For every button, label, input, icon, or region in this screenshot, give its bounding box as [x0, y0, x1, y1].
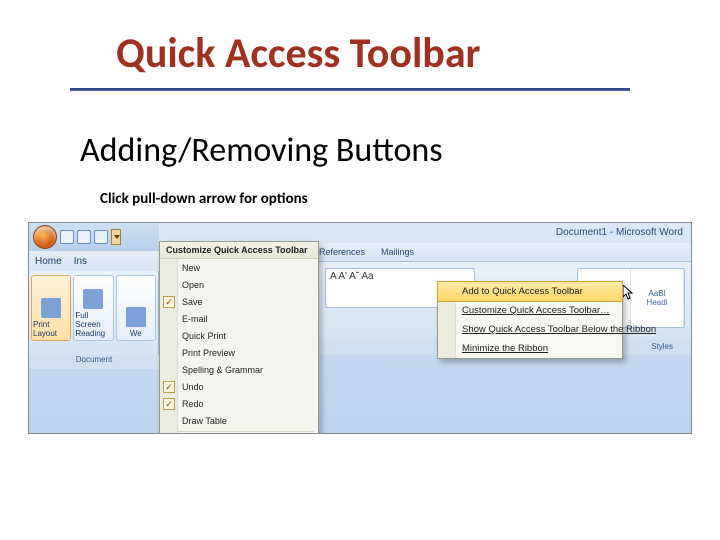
window-title: Document1 - Microsoft Word — [556, 227, 683, 238]
menu-item-quick-print[interactable]: Quick Print — [160, 327, 318, 344]
customize-qat-menu-header: Customize Quick Access Toolbar — [160, 242, 318, 259]
full-screen-reading-button[interactable]: Full Screen Reading — [73, 275, 113, 341]
ctx-show-below-label: Show Quick Access Toolbar Below the Ribb… — [462, 324, 656, 335]
ctx-minimize-label: Minimize the Ribbon — [462, 343, 548, 354]
tab-home[interactable]: Home — [29, 254, 68, 269]
web-layout-button-partial[interactable]: We — [116, 275, 156, 341]
ribbon-context-menu: Add to Quick Access Toolbar Customize Qu… — [437, 281, 623, 359]
menu-item-spelling-label: Spelling & Grammar — [182, 365, 263, 375]
slide: Quick Access Toolbar Adding/Removing But… — [0, 0, 720, 540]
instruction-text: Click pull-down arrow for options — [100, 190, 308, 208]
ribbon-tabs-right: References Mailings — [319, 243, 691, 261]
menu-item-redo-label: Redo — [182, 399, 204, 409]
title-underline — [70, 88, 630, 91]
ribbon-group-caption: Document — [29, 355, 159, 369]
full-screen-reading-icon — [83, 289, 103, 309]
menu-item-draw-table-label: Draw Table — [182, 416, 227, 426]
menu-item-spelling[interactable]: Spelling & Grammar — [160, 361, 318, 378]
word-screenshot: Home Ins Print Layout Full Screen Readin… — [28, 222, 692, 434]
print-layout-icon — [41, 298, 61, 318]
menu-item-redo[interactable]: ✓ Redo — [160, 395, 318, 412]
menu-item-open[interactable]: Open — [160, 276, 318, 293]
menu-item-print-preview-label: Print Preview — [182, 348, 235, 358]
print-layout-label: Print Layout — [33, 320, 69, 338]
ctx-add-to-qat[interactable]: Add to Quick Access Toolbar — [437, 281, 623, 302]
menu-item-save-label: Save — [182, 297, 203, 307]
menu-item-undo-label: Undo — [182, 382, 204, 392]
menu-item-save[interactable]: ✓ Save — [160, 293, 318, 310]
qat-undo-icon[interactable] — [77, 230, 91, 244]
tab-references[interactable]: References — [319, 247, 365, 257]
menu-item-email[interactable]: E-mail — [160, 310, 318, 327]
full-screen-reading-label: Full Screen Reading — [75, 311, 111, 338]
ctx-customize-qat[interactable]: Customize Quick Access Toolbar… — [438, 301, 622, 320]
ctx-minimize-ribbon[interactable]: Minimize the Ribbon — [438, 339, 622, 358]
slide-title: Quick Access Toolbar — [116, 28, 481, 79]
ribbon-tabs-left: Home Ins — [29, 251, 159, 271]
qat-save-icon[interactable] — [60, 230, 74, 244]
customize-qat-menu: Customize Quick Access Toolbar New Open … — [159, 241, 319, 434]
web-layout-label: We — [130, 329, 142, 338]
menu-item-draw-table[interactable]: Draw Table — [160, 412, 318, 429]
check-icon: ✓ — [163, 398, 175, 410]
slide-subtitle: Adding/Removing Buttons — [80, 130, 443, 171]
ribbon-group-views: Print Layout Full Screen Reading We — [29, 271, 159, 355]
check-icon: ✓ — [163, 381, 175, 393]
web-layout-icon — [126, 307, 146, 327]
qat-redo-icon[interactable] — [94, 230, 108, 244]
customize-qat-menu-items: New Open ✓ Save E-mail Quick Print Print … — [160, 259, 318, 434]
menu-item-new-label: New — [182, 263, 200, 273]
menu-item-email-label: E-mail — [182, 314, 208, 324]
style-chip2-label: Headi — [647, 298, 668, 307]
menu-item-quick-print-label: Quick Print — [182, 331, 226, 341]
tab-insert-partial[interactable]: Ins — [68, 254, 93, 269]
menu-item-undo[interactable]: ✓ Undo — [160, 378, 318, 395]
qat-dropdown-arrow[interactable] — [111, 229, 121, 245]
quick-access-toolbar — [29, 223, 159, 251]
style-chip2-sample: AaBl — [649, 289, 666, 298]
ctx-customize-qat-label: Customize Quick Access Toolbar… — [462, 305, 610, 316]
menu-item-new[interactable]: New — [160, 259, 318, 276]
cursor-icon — [623, 285, 635, 301]
style-chip-heading[interactable]: AaBl Headi — [631, 269, 684, 327]
print-layout-button[interactable]: Print Layout — [31, 275, 71, 341]
menu-separator — [164, 431, 314, 432]
menu-item-open-label: Open — [182, 280, 204, 290]
check-icon: ✓ — [163, 296, 175, 308]
tab-mailings[interactable]: Mailings — [381, 247, 414, 257]
ctx-show-below-ribbon[interactable]: Show Quick Access Toolbar Below the Ribb… — [438, 320, 622, 339]
ctx-add-to-qat-label: Add to Quick Access Toolbar — [462, 286, 583, 297]
office-button[interactable] — [33, 225, 57, 249]
menu-item-print-preview[interactable]: Print Preview — [160, 344, 318, 361]
